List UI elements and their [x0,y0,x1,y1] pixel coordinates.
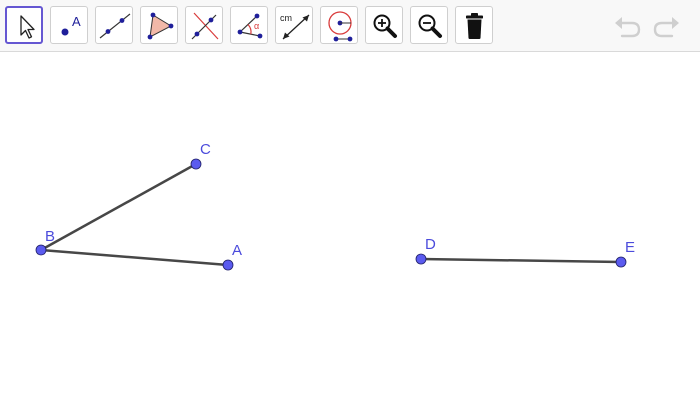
polygon-icon [147,12,174,40]
redo-icon [653,17,679,38]
zoom-out-tool[interactable] [410,6,448,44]
point-c-label: C [200,141,211,158]
point-icon: A [61,14,81,36]
zoom-in-tool[interactable] [365,6,403,44]
distance-icon: cm [280,13,310,40]
segment-bc[interactable] [40,162,197,252]
circle-icon [328,11,353,42]
point-e-label: E [625,239,635,256]
angle-tool[interactable]: α [230,6,268,44]
circle-tool[interactable] [320,6,358,44]
zoom-in-icon [373,14,397,38]
polygon-tool[interactable] [140,6,178,44]
perpendicular-line-tool[interactable] [185,6,223,44]
point-b-label: B [45,228,55,245]
segments-layer [40,162,622,267]
point-tool-label: A [72,14,81,29]
point-b[interactable] [35,244,47,256]
line-icon [99,13,131,39]
point-a-label: A [232,242,242,259]
angle-tool-label: α [254,21,259,31]
trash-icon [466,13,483,39]
perpendicular-icon [191,12,219,40]
graphics-view[interactable]: A B C D E [0,52,700,403]
point-c[interactable] [190,158,202,170]
undo-button[interactable] [612,12,644,40]
move-tool[interactable] [5,6,43,44]
line-tool[interactable] [95,6,133,44]
zoom-out-icon [418,14,442,38]
point-tool[interactable]: A [50,6,88,44]
distance-tool-label: cm [280,13,292,23]
point-e[interactable] [615,256,627,268]
delete-tool[interactable] [455,6,493,44]
arrow-cursor-icon [20,15,35,39]
segment-ba[interactable] [40,248,229,267]
redo-button[interactable] [650,12,682,40]
point-d[interactable] [415,253,427,265]
angle-icon: α [237,13,263,39]
segment-de[interactable] [420,257,622,264]
point-a[interactable] [222,259,234,271]
point-d-label: D [425,236,436,253]
distance-tool[interactable]: cm [275,6,313,44]
graphics-canvas[interactable]: A B C D E [0,52,700,403]
points-layer: A B C D E [35,141,635,271]
undo-icon [615,17,641,38]
toolbar: A α cm [0,0,700,52]
